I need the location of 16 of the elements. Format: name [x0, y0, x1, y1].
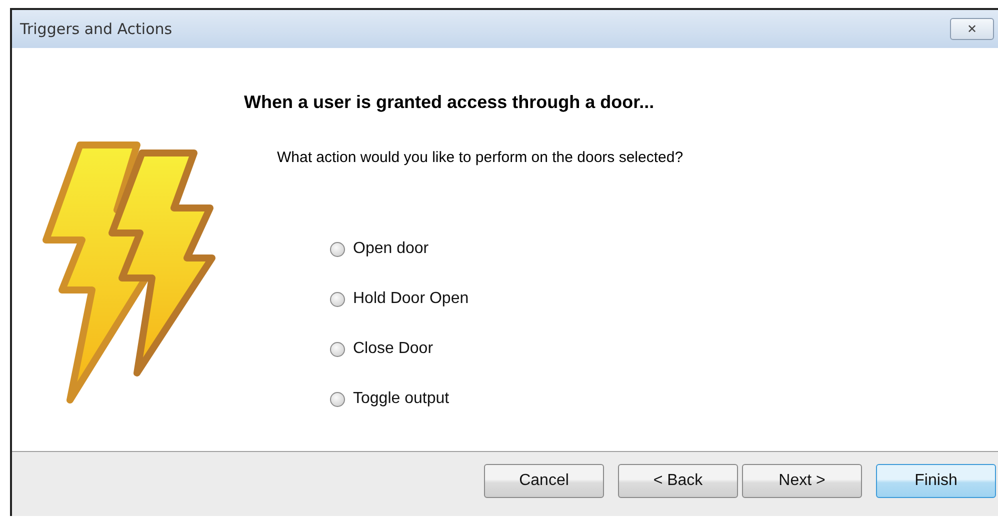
option-label[interactable]: Open door	[353, 240, 429, 258]
option-label[interactable]: Close Door	[353, 340, 434, 358]
question-text: What action would you like to perform on the doors selected?	[277, 149, 684, 166]
dialog-button[interactable]: < Back	[618, 464, 738, 498]
dialog-button[interactable]: Finish	[876, 464, 996, 498]
radio-button[interactable]	[330, 342, 345, 356]
radio-button[interactable]	[330, 242, 345, 256]
dialog-heading: When a user is granted access through a door...	[244, 92, 656, 113]
option-label[interactable]: Toggle output	[353, 390, 450, 408]
window-title: Triggers and Actions	[20, 20, 172, 38]
option-label[interactable]: Hold Door Open	[353, 290, 469, 308]
radio-button[interactable]	[330, 392, 345, 406]
dialog-button[interactable]: Next >	[742, 464, 862, 498]
dialog-button[interactable]: Cancel	[484, 464, 604, 498]
close-button[interactable]: ✕	[950, 18, 994, 40]
radio-button[interactable]	[330, 292, 345, 306]
